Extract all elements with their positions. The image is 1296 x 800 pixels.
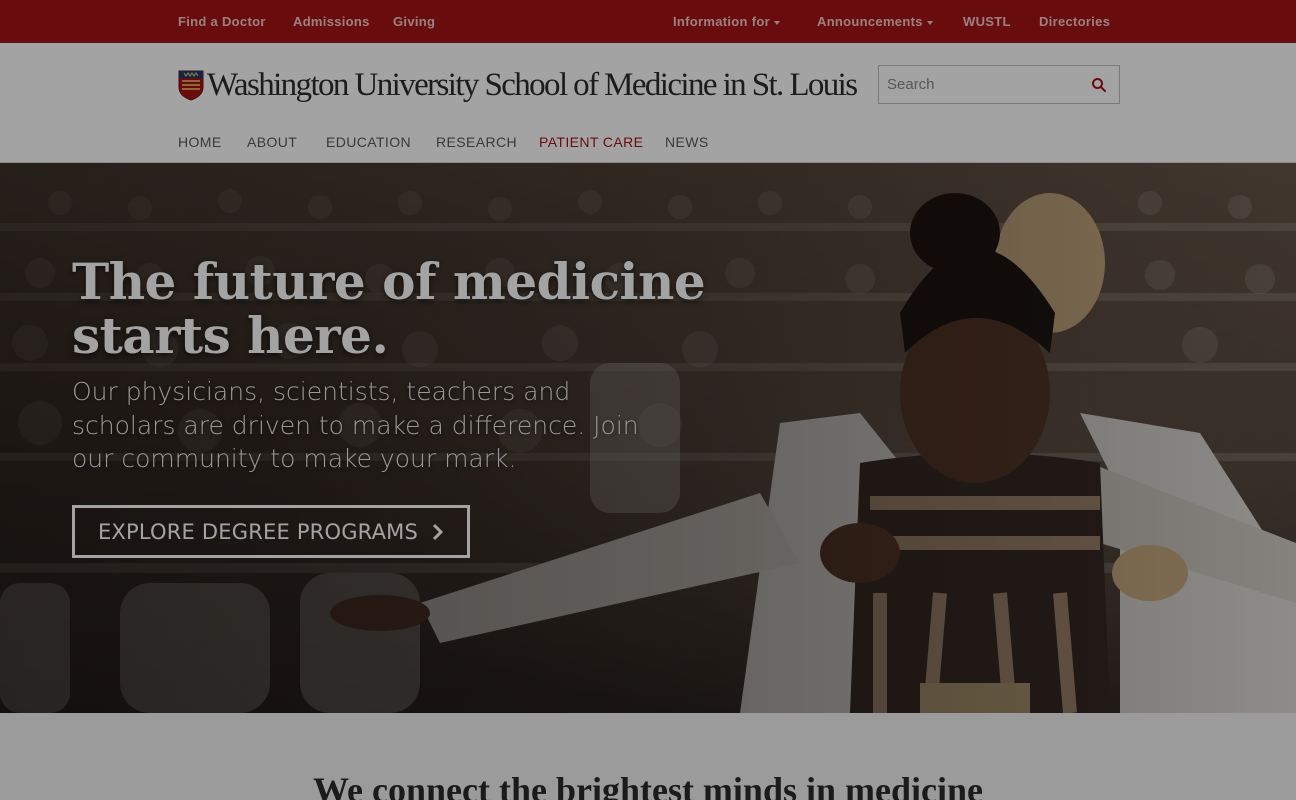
search-input[interactable]	[887, 66, 1077, 103]
nav-home[interactable]: HOME	[178, 134, 222, 150]
utility-link-admissions[interactable]: Admissions	[293, 0, 370, 43]
university-shield-logo[interactable]	[178, 70, 204, 101]
cta-label: EXPLORE DEGREE PROGRAMS	[97, 519, 419, 544]
site-header: Washington University School of Medicine…	[0, 43, 1296, 163]
hero-title-line-1: The future of medicine	[72, 252, 706, 311]
nav-patient-care[interactable]: PATIENT CARE	[539, 134, 643, 150]
nav-education[interactable]: EDUCATION	[326, 134, 411, 150]
utility-link-wustl[interactable]: WUSTL	[963, 0, 1011, 43]
utility-link-find-a-doctor[interactable]: Find a Doctor	[178, 0, 266, 43]
utility-bar: Find a Doctor Admissions Giving Informat…	[0, 0, 1296, 43]
site-logo-text[interactable]: Washington University School of Medicine…	[207, 65, 858, 105]
utility-dropdown-label: Announcements	[817, 14, 923, 29]
explore-degree-programs-button[interactable]: EXPLORE DEGREE PROGRAMS	[72, 505, 470, 558]
utility-link-directories[interactable]: Directories	[1039, 0, 1110, 43]
utility-dropdown-announcements[interactable]: Announcements	[817, 0, 933, 43]
hero-title-line-2: starts here.	[72, 306, 389, 365]
caret-down-icon	[773, 20, 780, 25]
hero-title: The future of medicine starts here.	[72, 255, 712, 363]
utility-link-giving[interactable]: Giving	[393, 0, 435, 43]
hero-banner: The future of medicine starts here. Our …	[0, 163, 1296, 713]
intro-heading: We connect the brightest minds in medici…	[313, 770, 983, 800]
hero-subtitle: Our physicians, scientists, teachers and…	[72, 377, 639, 473]
search-icon	[1092, 78, 1106, 92]
nav-about[interactable]: ABOUT	[247, 134, 297, 150]
utility-dropdown-information-for[interactable]: Information for	[673, 0, 780, 43]
search-button[interactable]	[1085, 71, 1113, 99]
utility-dropdown-label: Information for	[673, 14, 770, 29]
caret-down-icon	[926, 20, 933, 25]
nav-news[interactable]: NEWS	[665, 134, 709, 150]
search-box	[878, 65, 1120, 104]
chevron-right-icon	[432, 523, 444, 540]
nav-research[interactable]: RESEARCH	[436, 134, 517, 150]
